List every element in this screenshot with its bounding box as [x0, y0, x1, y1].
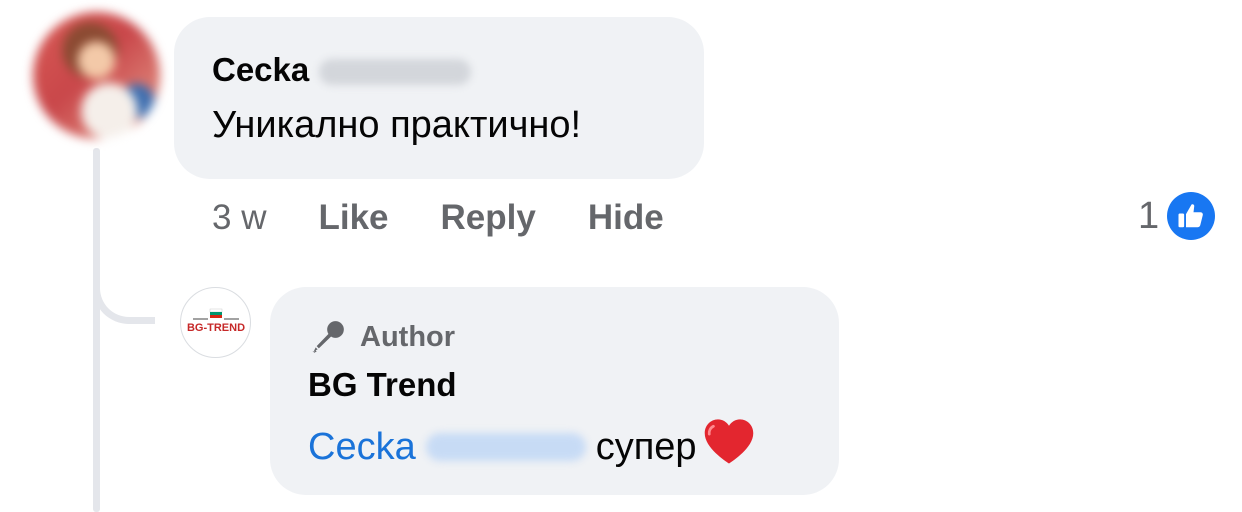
- reply-bubble: Author BG Trend Cecka супер: [270, 287, 839, 495]
- blurred-mention-surname: [425, 432, 586, 461]
- comment-timestamp[interactable]: 3 w: [212, 198, 266, 238]
- red-heart-icon: [701, 415, 757, 478]
- reply-message: супер: [595, 425, 697, 468]
- thumbs-up-icon: [1167, 192, 1216, 240]
- page-avatar[interactable]: BG-TREND: [180, 287, 251, 358]
- author-badge-label: Author: [360, 320, 456, 353]
- reaction-count: 1: [1138, 194, 1160, 237]
- comment-actions: 3 w Like Reply Hide: [212, 196, 716, 240]
- microphone-icon: [312, 321, 344, 353]
- thread-line: [93, 148, 100, 512]
- reaction-summary[interactable]: 1: [1138, 192, 1216, 240]
- reply-author[interactable]: BG Trend: [308, 365, 839, 405]
- svg-text:BG-TREND: BG-TREND: [186, 322, 244, 334]
- comment-bubble: Cecka Уникално практично!: [174, 17, 704, 179]
- mention-link[interactable]: Cecka: [308, 424, 416, 470]
- thread-connector: [93, 252, 155, 324]
- like-button[interactable]: Like: [318, 198, 388, 238]
- comment-author[interactable]: Cecka: [212, 51, 704, 89]
- comment-text: Уникално практично!: [212, 104, 582, 146]
- comment-author-first-name[interactable]: Cecka: [212, 51, 309, 88]
- hide-button[interactable]: Hide: [588, 198, 664, 238]
- blurred-surname: [319, 59, 472, 86]
- bg-trend-logo: BG-TREND: [186, 308, 245, 334]
- author-badge: Author: [308, 317, 839, 357]
- commenter-avatar[interactable]: [33, 12, 160, 139]
- reply-button[interactable]: Reply: [441, 198, 536, 238]
- reply-text: Cecka супер: [308, 415, 839, 478]
